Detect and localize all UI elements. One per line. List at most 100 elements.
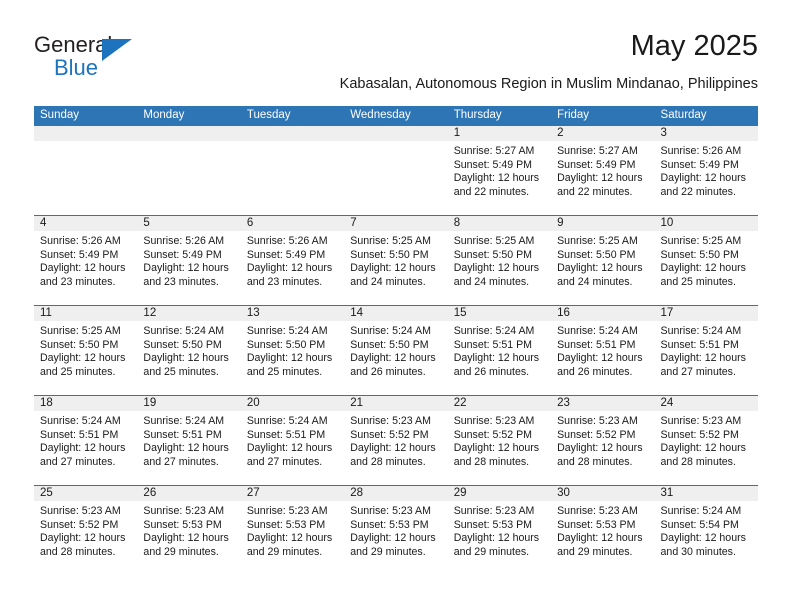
brand-logo[interactable]: General Blue — [34, 32, 214, 90]
calendar-day-cell[interactable]: 20 Sunrise: 5:24 AM Sunset: 5:51 PM Dayl… — [240, 396, 345, 485]
sunrise-text: Sunrise: 5:23 AM — [557, 505, 638, 517]
calendar-day-cell[interactable]: 28 Sunrise: 5:23 AM Sunset: 5:53 PM Dayl… — [344, 486, 448, 577]
sunset-text: Sunset: 5:52 PM — [557, 428, 636, 441]
daylight-text-line2: and 25 minutes. — [40, 365, 116, 378]
calendar-day-cell[interactable]: 23 Sunrise: 5:23 AM Sunset: 5:52 PM Dayl… — [551, 396, 655, 485]
calendar-week-row: 11 Sunrise: 5:25 AM Sunset: 5:50 PM Dayl… — [34, 305, 758, 395]
daylight-text-line2: and 23 minutes. — [40, 275, 116, 288]
calendar-day-cell[interactable]: 6 Sunrise: 5:26 AM Sunset: 5:49 PM Dayli… — [240, 216, 345, 305]
sunset-text: Sunset: 5:49 PM — [246, 248, 326, 261]
daylight-text-line1: Daylight: 12 hours — [557, 532, 643, 545]
calendar-day-cell[interactable]: 14 Sunrise: 5:24 AM Sunset: 5:50 PM Dayl… — [344, 306, 448, 395]
day-number: 27 — [240, 486, 345, 501]
weekday-monday: Monday — [143, 109, 185, 121]
calendar-day-cell[interactable]: 15 Sunrise: 5:24 AM Sunset: 5:51 PM Dayl… — [447, 306, 552, 395]
daylight-text-line2: and 27 minutes. — [40, 455, 116, 468]
calendar-day-cell[interactable]: 27 Sunrise: 5:23 AM Sunset: 5:53 PM Dayl… — [240, 486, 345, 577]
day-details: Sunrise: 5:23 AM Sunset: 5:52 PM Dayligh… — [344, 411, 447, 469]
daylight-text-line2: and 27 minutes. — [660, 365, 736, 378]
calendar-day-cell[interactable]: 8 Sunrise: 5:25 AM Sunset: 5:50 PM Dayli… — [447, 216, 552, 305]
sunset-text: Sunset: 5:50 PM — [350, 338, 429, 351]
sunrise-text: Sunrise: 5:23 AM — [350, 415, 431, 427]
sunrise-text: Sunrise: 5:23 AM — [453, 505, 535, 517]
calendar-day-cell[interactable]: 29 Sunrise: 5:23 AM Sunset: 5:53 PM Dayl… — [447, 486, 552, 577]
day-number: 25 — [34, 486, 138, 501]
daylight-text-line1: Daylight: 12 hours — [246, 262, 333, 275]
calendar-day-cell[interactable]: 9 Sunrise: 5:25 AM Sunset: 5:50 PM Dayli… — [551, 216, 655, 305]
sunset-text: Sunset: 5:51 PM — [246, 428, 326, 441]
sunset-text: Sunset: 5:51 PM — [557, 338, 636, 351]
calendar-day-cell[interactable]: 13 Sunrise: 5:24 AM Sunset: 5:50 PM Dayl… — [240, 306, 345, 395]
day-number: 9 — [551, 216, 655, 231]
day-number: 16 — [551, 306, 655, 321]
sunrise-text: Sunrise: 5:24 AM — [246, 415, 328, 427]
day-number: 22 — [447, 396, 552, 411]
calendar-page: General Blue May 2025 Kabasalan, Autonom… — [0, 0, 792, 612]
day-details — [241, 141, 344, 145]
sunrise-text: Sunrise: 5:24 AM — [143, 325, 225, 337]
calendar-day-cell[interactable]: 18 Sunrise: 5:24 AM Sunset: 5:51 PM Dayl… — [34, 396, 138, 485]
calendar-day-cell[interactable]: 7 Sunrise: 5:25 AM Sunset: 5:50 PM Dayli… — [344, 216, 448, 305]
day-details: Sunrise: 5:25 AM Sunset: 5:50 PM Dayligh… — [34, 321, 137, 379]
day-details: Sunrise: 5:24 AM Sunset: 5:50 PM Dayligh… — [344, 321, 447, 379]
calendar-day-cell[interactable]: 16 Sunrise: 5:24 AM Sunset: 5:51 PM Dayl… — [551, 306, 655, 395]
sunrise-text: Sunrise: 5:23 AM — [660, 415, 742, 427]
day-number: 17 — [654, 306, 758, 321]
calendar-day-cell[interactable]: 2 Sunrise: 5:27 AM Sunset: 5:49 PM Dayli… — [551, 126, 655, 215]
calendar-week-row: 4 Sunrise: 5:26 AM Sunset: 5:49 PM Dayli… — [34, 215, 758, 305]
calendar-day-cell[interactable]: 25 Sunrise: 5:23 AM Sunset: 5:52 PM Dayl… — [34, 486, 138, 577]
calendar-day-cell[interactable]: 1 Sunrise: 5:27 AM Sunset: 5:49 PM Dayli… — [447, 126, 552, 215]
daylight-text-line2: and 25 minutes. — [246, 365, 323, 378]
day-number: 5 — [137, 216, 241, 231]
sunrise-text: Sunrise: 5:24 AM — [143, 415, 225, 427]
sunset-text: Sunset: 5:49 PM — [453, 158, 533, 171]
calendar-day-cell[interactable]: 10 Sunrise: 5:25 AM Sunset: 5:50 PM Dayl… — [654, 216, 758, 305]
day-details: Sunrise: 5:24 AM Sunset: 5:51 PM Dayligh… — [551, 321, 654, 379]
day-details: Sunrise: 5:26 AM Sunset: 5:49 PM Dayligh… — [241, 231, 344, 289]
calendar-day-cell[interactable]: 24 Sunrise: 5:23 AM Sunset: 5:52 PM Dayl… — [654, 396, 758, 485]
calendar-day-cell[interactable]: 11 Sunrise: 5:25 AM Sunset: 5:50 PM Dayl… — [34, 306, 138, 395]
calendar-day-cell[interactable]: 3 Sunrise: 5:26 AM Sunset: 5:49 PM Dayli… — [654, 126, 758, 215]
day-details: Sunrise: 5:24 AM Sunset: 5:50 PM Dayligh… — [241, 321, 344, 379]
day-details: Sunrise: 5:23 AM Sunset: 5:53 PM Dayligh… — [551, 501, 654, 559]
daylight-text-line2: and 30 minutes. — [660, 545, 736, 558]
day-details: Sunrise: 5:24 AM Sunset: 5:50 PM Dayligh… — [137, 321, 240, 379]
daylight-text-line1: Daylight: 12 hours — [453, 532, 540, 545]
daylight-text-line2: and 24 minutes. — [350, 275, 426, 288]
calendar-day-cell[interactable]: 4 Sunrise: 5:26 AM Sunset: 5:49 PM Dayli… — [34, 216, 138, 305]
calendar-day-cell[interactable]: 30 Sunrise: 5:23 AM Sunset: 5:53 PM Dayl… — [551, 486, 655, 577]
day-number: 26 — [137, 486, 241, 501]
daylight-text-line1: Daylight: 12 hours — [453, 352, 540, 365]
daylight-text-line2: and 27 minutes. — [143, 455, 219, 468]
calendar-day-cell[interactable]: 12 Sunrise: 5:24 AM Sunset: 5:50 PM Dayl… — [137, 306, 241, 395]
daylight-text-line1: Daylight: 12 hours — [40, 442, 126, 455]
calendar-day-cell[interactable]: 22 Sunrise: 5:23 AM Sunset: 5:52 PM Dayl… — [447, 396, 552, 485]
sunset-text: Sunset: 5:50 PM — [40, 338, 119, 351]
calendar-day-cell[interactable]: 31 Sunrise: 5:24 AM Sunset: 5:54 PM Dayl… — [654, 486, 758, 577]
daylight-text-line1: Daylight: 12 hours — [143, 352, 229, 365]
sunset-text: Sunset: 5:51 PM — [453, 338, 533, 351]
daylight-text-line1: Daylight: 12 hours — [350, 262, 436, 275]
daylight-text-line1: Daylight: 12 hours — [660, 262, 746, 275]
calendar-day-cell[interactable]: 17 Sunrise: 5:24 AM Sunset: 5:51 PM Dayl… — [654, 306, 758, 395]
daylight-text-line2: and 26 minutes. — [557, 365, 633, 378]
day-details: Sunrise: 5:24 AM Sunset: 5:54 PM Dayligh… — [655, 501, 758, 559]
day-number — [137, 126, 241, 141]
sunrise-text: Sunrise: 5:24 AM — [660, 505, 742, 517]
weekday-friday: Friday — [557, 109, 590, 121]
calendar-day-cell[interactable]: 21 Sunrise: 5:23 AM Sunset: 5:52 PM Dayl… — [344, 396, 448, 485]
daylight-text-line1: Daylight: 12 hours — [40, 532, 126, 545]
daylight-text-line1: Daylight: 12 hours — [557, 262, 643, 275]
calendar-day-cell[interactable]: 26 Sunrise: 5:23 AM Sunset: 5:53 PM Dayl… — [137, 486, 241, 577]
calendar-day-cell[interactable]: 19 Sunrise: 5:24 AM Sunset: 5:51 PM Dayl… — [137, 396, 241, 485]
calendar-day-cell[interactable]: 5 Sunrise: 5:26 AM Sunset: 5:49 PM Dayli… — [137, 216, 241, 305]
daylight-text-line2: and 29 minutes. — [453, 545, 530, 558]
day-details: Sunrise: 5:25 AM Sunset: 5:50 PM Dayligh… — [655, 231, 758, 289]
day-number: 1 — [447, 126, 552, 141]
weekday-header-row: Sunday Monday Tuesday Wednesday Thursday… — [34, 106, 758, 125]
daylight-text-line2: and 29 minutes. — [557, 545, 633, 558]
calendar-week-row: 1 Sunrise: 5:27 AM Sunset: 5:49 PM Dayli… — [34, 125, 758, 215]
day-details: Sunrise: 5:24 AM Sunset: 5:51 PM Dayligh… — [448, 321, 551, 379]
day-number: 13 — [240, 306, 345, 321]
daylight-text-line2: and 22 minutes. — [453, 185, 530, 198]
